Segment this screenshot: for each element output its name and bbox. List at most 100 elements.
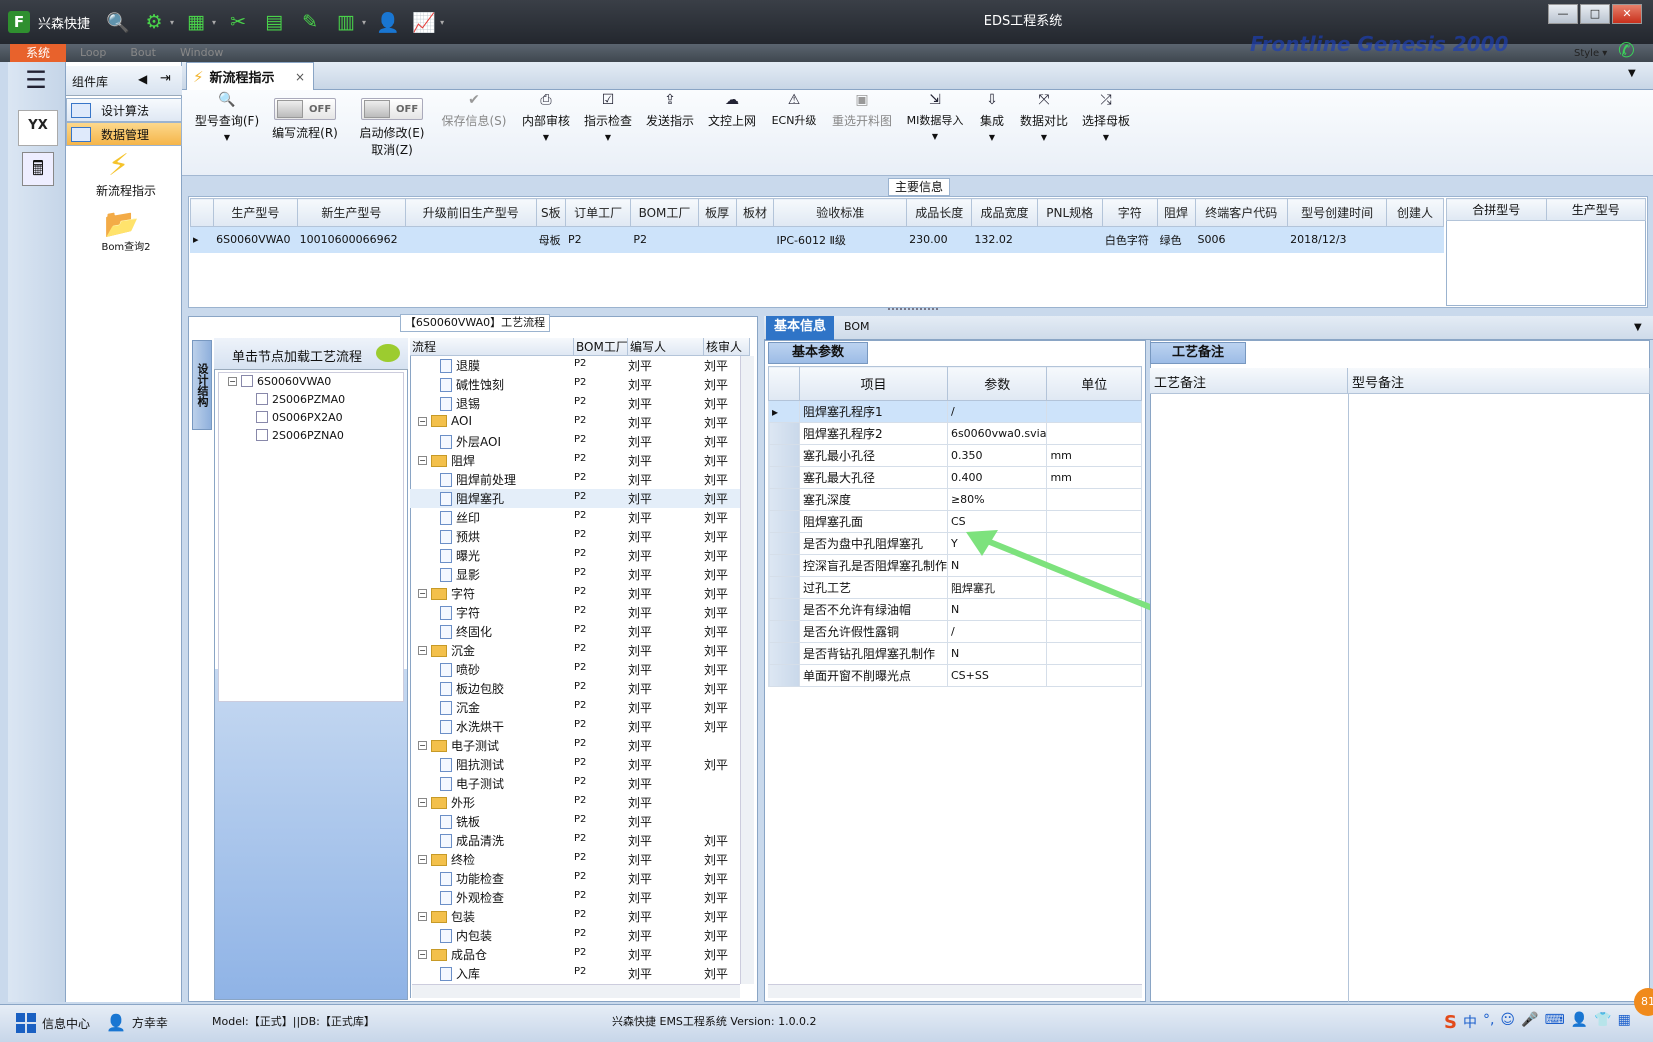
list-item[interactable]: − 成品仓 P2 刘平 刘平 (410, 945, 740, 964)
list-item[interactable]: 外层AOI P2 刘平 刘平 (410, 432, 740, 451)
list-item[interactable]: 沉金 P2 刘平 刘平 (410, 698, 740, 717)
table-cell[interactable]: 绿色 (1156, 226, 1196, 253)
list-item[interactable]: 终固化 P2 刘平 刘平 (410, 622, 740, 641)
sidebar-item-data-management[interactable]: 数据管理 (66, 122, 182, 146)
collapse-icon[interactable]: − (418, 855, 427, 864)
column-header[interactable]: 板厚 (697, 198, 737, 227)
table-cell[interactable]: S006 (1194, 226, 1289, 253)
param-item[interactable]: 是否为盘中孔阻焊塞孔 (798, 532, 948, 555)
info-center-button[interactable]: 信息中心 (16, 1013, 90, 1033)
param-value[interactable]: 0.400 (946, 466, 1048, 489)
column-header[interactable]: 终端客户代码 (1194, 198, 1289, 227)
model-query-button[interactable]: 🔍 型号查询(F) ▼ (192, 92, 262, 162)
list-item[interactable]: − 沉金 P2 刘平 刘平 (410, 641, 740, 660)
skin-icon[interactable]: 👕 (1594, 1012, 1611, 1033)
mi-import-button[interactable]: ⇲ MI数据导入 ▼ (902, 92, 968, 162)
table-cell[interactable]: 10010600066962 (296, 226, 407, 253)
write-flow-toggle[interactable]: OFF 编写流程(R) (268, 92, 342, 162)
column-header[interactable]: 编写人 (628, 338, 704, 355)
param-item[interactable]: 塞孔深度 (798, 488, 948, 511)
table-row[interactable]: 阻焊塞孔程序2 6s0060vwa0.svia (768, 422, 1142, 445)
table-cell[interactable]: IPC-6012 Ⅱ级 (773, 226, 908, 253)
param-value[interactable]: / (946, 400, 1048, 423)
list-item[interactable]: 退锡 P2 刘平 刘平 (410, 394, 740, 413)
column-header[interactable]: 生产型号 (213, 198, 298, 227)
param-item[interactable]: 塞孔最小孔径 (798, 444, 948, 467)
list-item[interactable]: 成品清洗 P2 刘平 刘平 (410, 831, 740, 850)
list-item[interactable]: 字符 P2 刘平 刘平 (410, 603, 740, 622)
list-item[interactable]: 水洗烘干 P2 刘平 刘平 (410, 717, 740, 736)
microphone-icon[interactable]: 🎤 (1521, 1012, 1538, 1033)
checkbox[interactable] (256, 411, 268, 423)
param-item[interactable]: 阻焊塞孔程序1 (798, 400, 948, 423)
table-cell[interactable]: P2 (630, 226, 699, 253)
tab-basic-info[interactable]: 基本信息 (766, 316, 834, 340)
table-cell[interactable]: P2 (565, 226, 632, 253)
column-header[interactable]: 流程 (410, 338, 574, 355)
list-item[interactable]: − 字符 P2 刘平 刘平 (410, 584, 740, 603)
minimize-button[interactable]: — (1548, 4, 1578, 24)
dropdown-arrow-icon[interactable]: ▼ (1041, 133, 1047, 142)
instruction-check-button[interactable]: ☑ 指示检查 ▼ (580, 92, 636, 162)
column-header[interactable]: 新生产型号 (296, 198, 407, 227)
select-mother-board-button[interactable]: ⤮ 选择母板 ▼ (1078, 92, 1134, 162)
param-value[interactable]: 0.350 (946, 444, 1048, 467)
design-structure-tab[interactable]: 设计结构 (192, 340, 212, 430)
collapse-icon[interactable]: − (418, 416, 427, 426)
internal-review-button[interactable]: ⎙ 内部审核 ▼ (518, 92, 574, 162)
param-item[interactable]: 阻焊塞孔程序2 (798, 422, 948, 445)
list-item[interactable]: − 阻焊 P2 刘平 刘平 (410, 451, 740, 470)
param-item[interactable]: 是否不允许有绿油帽 (798, 598, 948, 621)
dropdown-arrow-icon[interactable]: ▼ (543, 133, 549, 142)
tree-node[interactable]: 2S006PZMA0 (256, 390, 345, 408)
user-icon[interactable]: 👤 (1571, 1012, 1588, 1033)
table-cell[interactable] (735, 226, 775, 253)
emoji-icon[interactable]: ☺ (1500, 1012, 1515, 1033)
start-edit-toggle[interactable]: OFF 启动修改(E) 取消(Z) (352, 92, 432, 162)
tree-node[interactable]: 2S006PZNA0 (256, 426, 344, 444)
punctuation-icon[interactable]: °, (1483, 1012, 1494, 1033)
table-cell[interactable]: 6S0060VWA0 (213, 226, 298, 253)
param-item[interactable]: 塞孔最大孔径 (798, 466, 948, 489)
launcher-new-flow[interactable]: 新流程指示 (78, 182, 174, 199)
list-item[interactable]: 阻焊塞孔 P2 刘平 刘平 (410, 489, 740, 508)
param-item[interactable]: 控深盲孔是否阻焊塞孔制作 (798, 554, 948, 577)
column-header[interactable]: BOM工厂 (630, 198, 699, 227)
column-header[interactable]: 板材 (735, 198, 775, 227)
list-item[interactable]: − 终检 P2 刘平 刘平 (410, 850, 740, 869)
hamburger-icon[interactable]: ☰ (14, 66, 58, 96)
process-remarks-field[interactable]: 工艺备注 (1150, 368, 1348, 393)
param-unit[interactable]: mm (1046, 466, 1142, 489)
calculator-icon[interactable]: 🖩 (22, 152, 54, 186)
dropdown-arrow-icon[interactable]: ▼ (989, 133, 995, 142)
table-cell[interactable]: 132.02 (971, 226, 1038, 253)
collapse-icon[interactable]: − (418, 950, 427, 959)
tab-dropdown-icon[interactable]: ▼ (1628, 68, 1636, 79)
tree-node-root[interactable]: −6S0060VWA0 (228, 372, 331, 390)
collapse-left-icon[interactable]: ◀ (138, 72, 147, 86)
column-header[interactable]: 创建人 (1386, 198, 1444, 227)
param-value[interactable]: 6s0060vwa0.svia (946, 422, 1048, 445)
data-compare-button[interactable]: ⤧ 数据对比 ▼ (1016, 92, 1072, 162)
integrate-button[interactable]: ⇩ 集成 ▼ (972, 92, 1012, 162)
column-header[interactable]: BOM工厂 (574, 338, 628, 355)
table-cell[interactable] (1036, 226, 1103, 253)
sogou-icon[interactable]: S (1444, 1012, 1457, 1033)
collapse-icon[interactable]: − (418, 741, 427, 750)
send-instruction-button[interactable]: ⇪ 发送指示 (642, 92, 698, 162)
ime-toolbar[interactable]: S 中 °, ☺ 🎤 ⌨ 👤 👕 ▦ (1444, 1012, 1631, 1033)
list-item[interactable]: 预烘 P2 刘平 刘平 (410, 527, 740, 546)
column-header[interactable]: 单位 (1046, 366, 1142, 401)
phone-icon[interactable]: ✆ (1618, 38, 1635, 62)
list-item[interactable]: 功能检查 P2 刘平 刘平 (410, 869, 740, 888)
list-item[interactable]: 碱性蚀刻 P2 刘平 刘平 (410, 375, 740, 394)
list-item[interactable]: 电子测试 P2 刘平 (410, 774, 740, 793)
column-header[interactable]: S板 (535, 198, 567, 227)
table-row[interactable]: 塞孔最大孔径 0.400 mm (768, 466, 1142, 489)
table-cell[interactable] (405, 226, 537, 253)
params-horizontal-scrollbar[interactable] (768, 984, 1142, 998)
param-item[interactable]: 单面开窗不削曝光点 (798, 664, 948, 687)
table-cell[interactable]: 230.00 (906, 226, 973, 253)
column-header[interactable]: 参数 (946, 366, 1048, 401)
chat-bubble-icon[interactable] (376, 344, 400, 362)
